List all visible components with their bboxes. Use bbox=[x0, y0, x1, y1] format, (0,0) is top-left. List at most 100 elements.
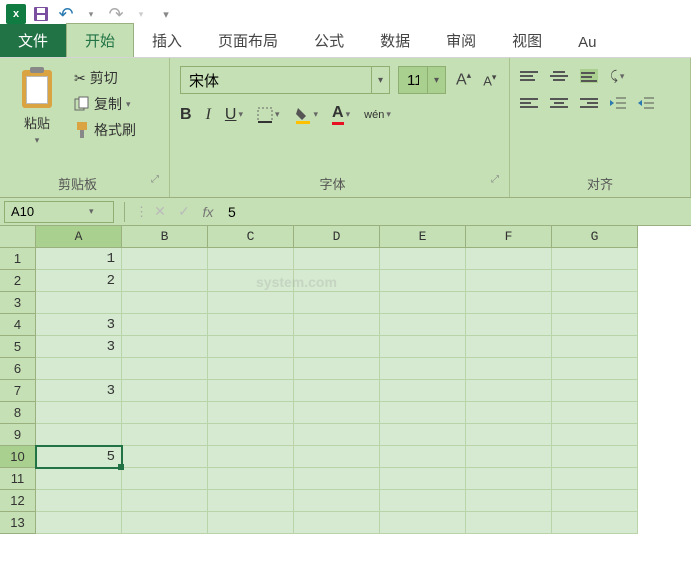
align-top-icon[interactable] bbox=[520, 69, 538, 83]
tab-data[interactable]: 数据 bbox=[362, 24, 428, 57]
column-header-A[interactable]: A bbox=[36, 226, 122, 248]
cell-A3[interactable] bbox=[36, 292, 122, 314]
format-painter-button[interactable]: 格式刷 bbox=[74, 120, 136, 140]
tab-home[interactable]: 开始 bbox=[66, 23, 134, 57]
cell-A10[interactable]: 5 bbox=[36, 446, 122, 468]
cell-F6[interactable] bbox=[466, 358, 552, 380]
align-center-icon[interactable] bbox=[550, 96, 568, 110]
cell-A8[interactable] bbox=[36, 402, 122, 424]
cell-B4[interactable] bbox=[122, 314, 208, 336]
select-all-corner[interactable] bbox=[0, 226, 36, 248]
align-bottom-icon[interactable] bbox=[580, 69, 598, 83]
cell-F2[interactable] bbox=[466, 270, 552, 292]
cell-D3[interactable] bbox=[294, 292, 380, 314]
row-header-13[interactable]: 13 bbox=[0, 512, 36, 534]
cell-D5[interactable] bbox=[294, 336, 380, 358]
cell-F3[interactable] bbox=[466, 292, 552, 314]
font-size-input[interactable] bbox=[399, 67, 427, 93]
cell-F9[interactable] bbox=[466, 424, 552, 446]
align-right-icon[interactable] bbox=[580, 96, 598, 110]
copy-button[interactable]: 复制 ▾ bbox=[74, 94, 136, 114]
cell-A12[interactable] bbox=[36, 490, 122, 512]
column-header-D[interactable]: D bbox=[294, 226, 380, 248]
row-header-8[interactable]: 8 bbox=[0, 402, 36, 424]
cell-D7[interactable] bbox=[294, 380, 380, 402]
cell-G5[interactable] bbox=[552, 336, 638, 358]
cell-C13[interactable] bbox=[208, 512, 294, 534]
cell-C7[interactable] bbox=[208, 380, 294, 402]
cell-F12[interactable] bbox=[466, 490, 552, 512]
decrease-font-icon[interactable]: A▾ bbox=[481, 72, 498, 88]
row-header-3[interactable]: 3 bbox=[0, 292, 36, 314]
cell-G2[interactable] bbox=[552, 270, 638, 292]
orientation-button[interactable]: ⤹▾ bbox=[610, 68, 624, 84]
cell-G6[interactable] bbox=[552, 358, 638, 380]
italic-button[interactable]: I bbox=[206, 106, 211, 124]
cell-C6[interactable] bbox=[208, 358, 294, 380]
cell-G7[interactable] bbox=[552, 380, 638, 402]
cell-C9[interactable] bbox=[208, 424, 294, 446]
row-header-5[interactable]: 5 bbox=[0, 336, 36, 358]
cell-C10[interactable] bbox=[208, 446, 294, 468]
cell-G9[interactable] bbox=[552, 424, 638, 446]
cell-E1[interactable] bbox=[380, 248, 466, 270]
cell-F1[interactable] bbox=[466, 248, 552, 270]
cell-E5[interactable] bbox=[380, 336, 466, 358]
font-name-combo[interactable]: ▾ bbox=[180, 66, 390, 94]
fx-icon[interactable]: fx bbox=[196, 204, 220, 220]
cell-F8[interactable] bbox=[466, 402, 552, 424]
increase-font-icon[interactable]: A▴ bbox=[454, 70, 473, 89]
decrease-indent-icon[interactable] bbox=[610, 96, 626, 110]
cell-D9[interactable] bbox=[294, 424, 380, 446]
tab-review[interactable]: 审阅 bbox=[428, 24, 494, 57]
cell-B11[interactable] bbox=[122, 468, 208, 490]
font-size-combo[interactable]: ▾ bbox=[398, 66, 446, 94]
tab-file[interactable]: 文件 bbox=[0, 24, 66, 57]
font-color-button[interactable]: A▾ bbox=[332, 104, 350, 125]
cell-A9[interactable] bbox=[36, 424, 122, 446]
name-box-dropdown-icon[interactable]: ▾ bbox=[85, 206, 98, 217]
cell-D13[interactable] bbox=[294, 512, 380, 534]
cell-E12[interactable] bbox=[380, 490, 466, 512]
cell-B1[interactable] bbox=[122, 248, 208, 270]
cell-B12[interactable] bbox=[122, 490, 208, 512]
name-box[interactable]: ▾ bbox=[4, 201, 114, 223]
formula-input[interactable] bbox=[220, 204, 691, 220]
cell-G8[interactable] bbox=[552, 402, 638, 424]
row-header-4[interactable]: 4 bbox=[0, 314, 36, 336]
row-header-1[interactable]: 1 bbox=[0, 248, 36, 270]
paste-dropdown-icon[interactable]: ▾ bbox=[35, 135, 40, 146]
cell-E8[interactable] bbox=[380, 402, 466, 424]
cell-G4[interactable] bbox=[552, 314, 638, 336]
column-header-G[interactable]: G bbox=[552, 226, 638, 248]
qat-customize-icon[interactable]: ▾ bbox=[154, 2, 178, 26]
clipboard-launcher-icon[interactable]: ⤢ bbox=[151, 174, 159, 185]
row-header-9[interactable]: 9 bbox=[0, 424, 36, 446]
underline-button[interactable]: U▾ bbox=[225, 106, 243, 124]
column-header-E[interactable]: E bbox=[380, 226, 466, 248]
cell-A13[interactable] bbox=[36, 512, 122, 534]
cell-C5[interactable] bbox=[208, 336, 294, 358]
cut-button[interactable]: ✂ 剪切 bbox=[74, 68, 136, 88]
cell-D12[interactable] bbox=[294, 490, 380, 512]
cell-G11[interactable] bbox=[552, 468, 638, 490]
cell-C4[interactable] bbox=[208, 314, 294, 336]
cell-A6[interactable] bbox=[36, 358, 122, 380]
cell-F7[interactable] bbox=[466, 380, 552, 402]
cell-C8[interactable] bbox=[208, 402, 294, 424]
tab-formula[interactable]: 公式 bbox=[296, 24, 362, 57]
cell-C3[interactable] bbox=[208, 292, 294, 314]
copy-dropdown-icon[interactable]: ▾ bbox=[126, 99, 131, 110]
cell-E10[interactable] bbox=[380, 446, 466, 468]
cell-E11[interactable] bbox=[380, 468, 466, 490]
cell-B10[interactable] bbox=[122, 446, 208, 468]
tab-au[interactable]: Au bbox=[560, 28, 614, 57]
cell-D8[interactable] bbox=[294, 402, 380, 424]
column-header-C[interactable]: C bbox=[208, 226, 294, 248]
cell-B6[interactable] bbox=[122, 358, 208, 380]
cell-C12[interactable] bbox=[208, 490, 294, 512]
paste-button[interactable]: 粘贴 ▾ bbox=[10, 62, 64, 167]
tab-layout[interactable]: 页面布局 bbox=[200, 24, 296, 57]
cell-D4[interactable] bbox=[294, 314, 380, 336]
cell-A1[interactable]: 1 bbox=[36, 248, 122, 270]
